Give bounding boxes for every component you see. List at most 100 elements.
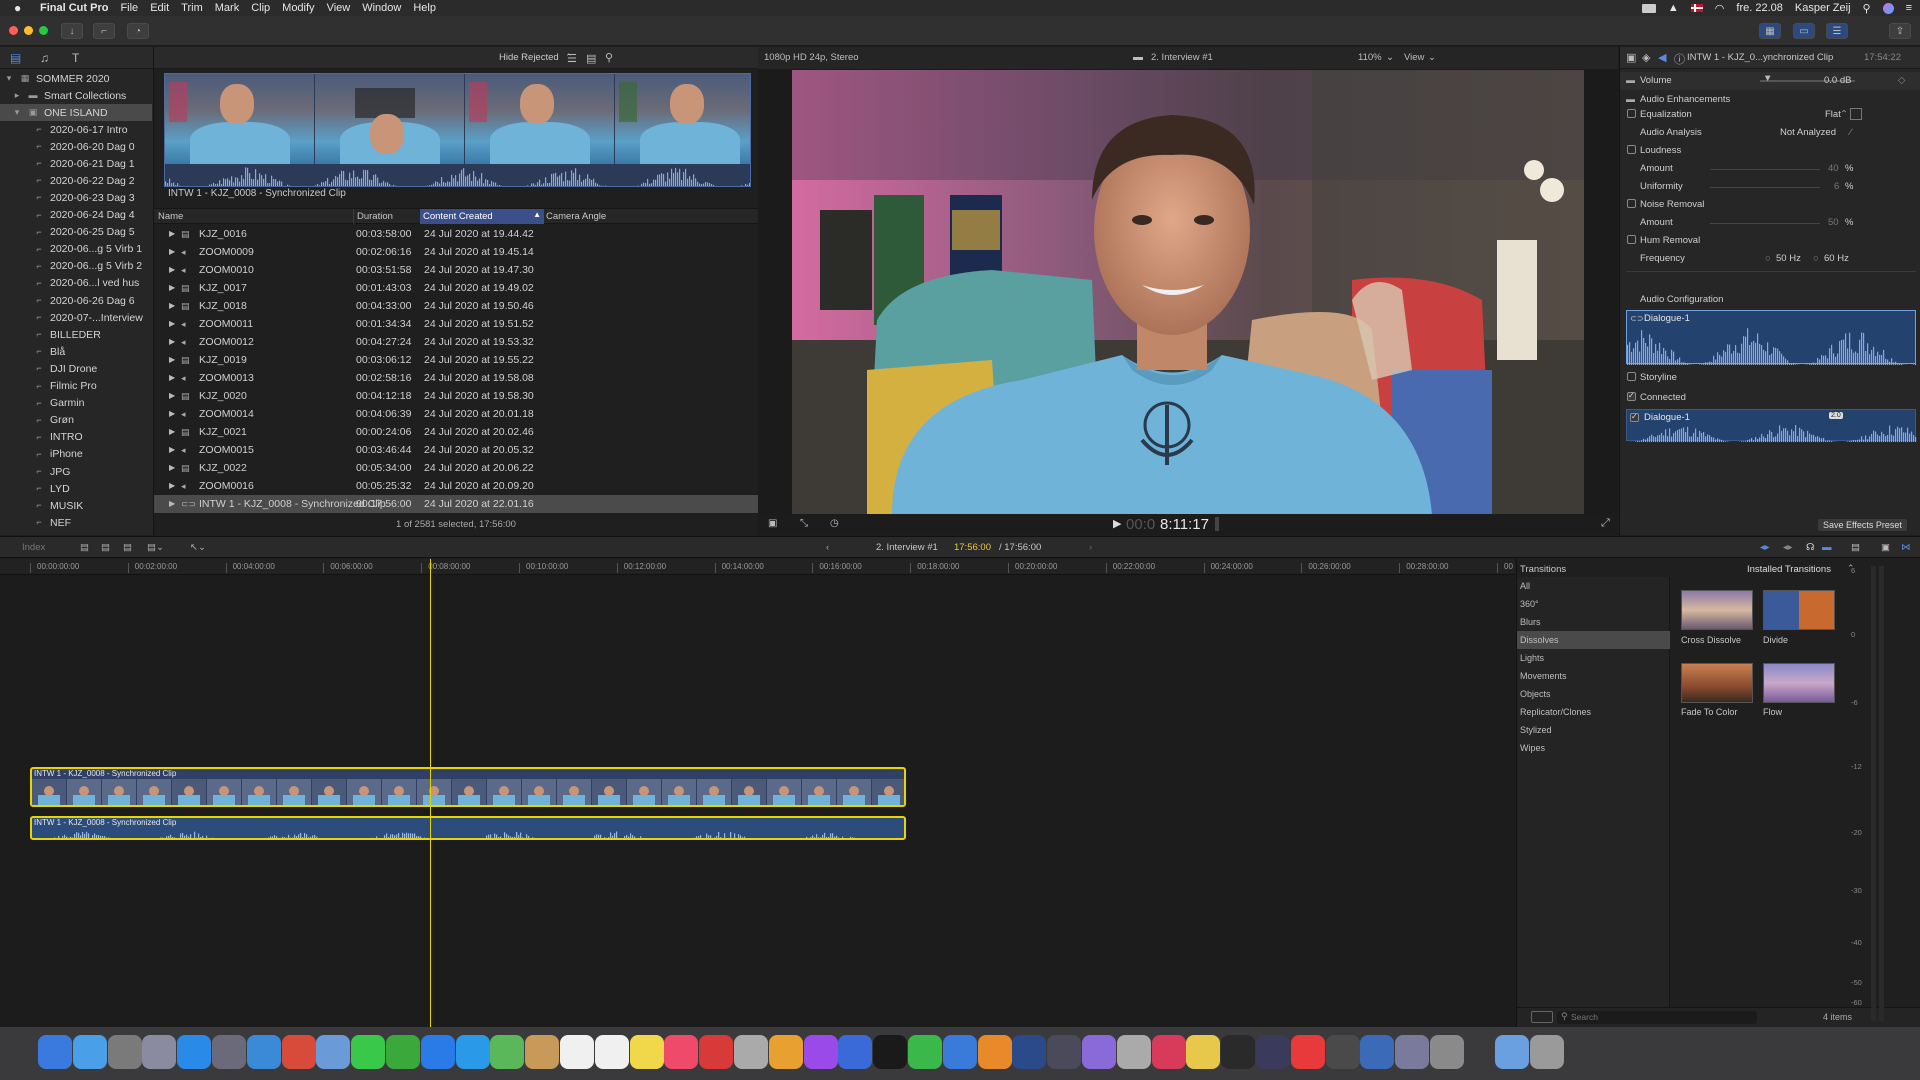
downloads-icon[interactable] bbox=[1360, 1035, 1395, 1069]
channel-badge[interactable]: 2.0 bbox=[1829, 412, 1843, 419]
disclosure-closed-icon[interactable]: ▶ bbox=[169, 499, 175, 508]
headphones-icon[interactable]: ☊ bbox=[1806, 542, 1814, 553]
overwrite-clip-icon[interactable]: ▤⌄ bbox=[147, 542, 164, 553]
vpn-icon[interactable] bbox=[838, 1035, 873, 1069]
transition-category[interactable]: Replicator/Clones bbox=[1517, 703, 1670, 721]
keyword-collection-item[interactable]: ⌐ 2020-06...g 5 Virb 2 bbox=[0, 258, 152, 275]
browser-row[interactable]: ▶ ◂ ZOOM0011 00:01:34:34 24 Jul 2020 at 19.5… bbox=[154, 315, 758, 333]
audio-clip-synchronized[interactable]: INTW 1 - KJZ_0008 - Synchronized Clip bbox=[30, 816, 906, 840]
photos-audio-icon[interactable]: ♫ bbox=[40, 51, 49, 65]
chevron-down-icon[interactable]: ⌄ bbox=[1428, 52, 1436, 63]
libraries-icon[interactable]: ▤ bbox=[10, 51, 21, 65]
select-tool-icon[interactable]: ↖⌄ bbox=[190, 542, 206, 553]
audio-inspector-icon[interactable]: ◀ bbox=[1658, 51, 1666, 64]
keyword-collection-item[interactable]: ⌐ 2020-06-22 Dag 2 bbox=[0, 172, 152, 189]
keyword-collection-item[interactable]: ⌐ LYD bbox=[0, 480, 152, 497]
folder-icon[interactable] bbox=[1494, 1035, 1529, 1069]
keyword-collection-item[interactable]: ⌐ 2020-06-26 Dag 6 bbox=[0, 292, 152, 309]
volume-slider-knob[interactable]: ▼ bbox=[1763, 73, 1772, 84]
radio-50hz-icon[interactable]: ○ bbox=[1765, 253, 1771, 264]
transform-tools-icon[interactable]: ⤡ bbox=[800, 518, 808, 529]
davinci-icon[interactable] bbox=[1221, 1035, 1256, 1069]
disclosure-closed-icon[interactable]: ▶ bbox=[169, 247, 175, 256]
transitions-browser-icon[interactable]: ⋈ bbox=[1901, 542, 1911, 553]
disclosure-closed-icon[interactable]: ▶ bbox=[169, 445, 175, 454]
view-menu[interactable]: View bbox=[1404, 52, 1424, 63]
thumb-flow[interactable] bbox=[1763, 663, 1835, 703]
browser-row[interactable]: ▶ ▤ KJZ_0020 00:04:12:18 24 Jul 2020 at 19.5… bbox=[154, 387, 758, 405]
reminders-icon[interactable] bbox=[594, 1035, 629, 1069]
equalization-menu[interactable]: Flat bbox=[1825, 109, 1841, 120]
vlc-icon[interactable] bbox=[768, 1035, 803, 1069]
disclosure-open-icon[interactable]: ▾ bbox=[4, 74, 14, 83]
browser-row[interactable]: ▶ ▤ KJZ_0022 00:05:34:00 24 Jul 2020 at 20.0… bbox=[154, 459, 758, 477]
disclosure-closed-icon[interactable]: ▶ bbox=[169, 355, 175, 364]
final-cut-icon[interactable] bbox=[1047, 1035, 1082, 1069]
clip-appearance-icon[interactable]: ▤ bbox=[1851, 542, 1860, 553]
menu-modify[interactable]: Modify bbox=[282, 2, 314, 14]
menu-help[interactable]: Help bbox=[413, 2, 436, 14]
menu-view[interactable]: View bbox=[327, 2, 351, 14]
column-content-created[interactable]: Content Created ▲ bbox=[420, 209, 544, 224]
event-one-island[interactable]: ▾ ▣ ONE ISLAND bbox=[0, 104, 152, 121]
frequency-60hz[interactable]: 60 Hz bbox=[1824, 253, 1849, 264]
snapping-icon[interactable]: ▬ bbox=[1822, 542, 1832, 553]
keyword-collection-item[interactable]: ⌐ 2020-06-20 Dag 0 bbox=[0, 138, 152, 155]
disclosure-closed-icon[interactable]: ▶ bbox=[169, 337, 175, 346]
toggle-icon[interactable]: ⊂⊃ bbox=[1630, 314, 1643, 323]
zoom-icon[interactable] bbox=[420, 1035, 455, 1069]
timecode-display[interactable]: 8:11:17 bbox=[1160, 516, 1209, 533]
automator-icon[interactable] bbox=[1430, 1035, 1464, 1069]
transition-category[interactable]: 360° bbox=[1517, 595, 1670, 613]
background-tasks-icon[interactable]: ◔ bbox=[127, 23, 149, 39]
disclosure-closed-icon[interactable]: ▶ bbox=[169, 409, 175, 418]
search-input[interactable]: ⚲ Search bbox=[1557, 1011, 1757, 1024]
trash-icon[interactable] bbox=[1529, 1035, 1564, 1069]
browser-row[interactable]: ▶ ⊂⊃ INTW 1 - KJZ_0008 - Synchronized Clip… bbox=[154, 495, 758, 513]
index-button[interactable]: Index bbox=[22, 542, 45, 553]
installed-transitions-menu[interactable]: Installed Transitions bbox=[1747, 564, 1831, 575]
equalization-checkbox[interactable] bbox=[1627, 109, 1636, 118]
browser-row[interactable]: ▶ ▤ KJZ_0016 00:03:58:00 24 Jul 2020 at 19.4… bbox=[154, 225, 758, 243]
keyword-collection-item[interactable]: ⌐ DJI Drone bbox=[0, 360, 152, 377]
notification-center-icon[interactable]: ≡ bbox=[1906, 2, 1912, 14]
playhead[interactable] bbox=[430, 559, 431, 1027]
menu-clip[interactable]: Clip bbox=[251, 2, 270, 14]
frequency-50hz[interactable]: 50 Hz bbox=[1776, 253, 1801, 264]
forward-arrow-icon[interactable]: › bbox=[1089, 542, 1092, 553]
photos-icon[interactable] bbox=[1186, 1035, 1221, 1069]
noise-removal-checkbox[interactable] bbox=[1627, 199, 1636, 208]
collapse-icon[interactable]: ▬ bbox=[1626, 75, 1635, 85]
safari-icon[interactable] bbox=[246, 1035, 281, 1069]
browser-row[interactable]: ▶ ◂ ZOOM0014 00:04:06:39 24 Jul 2020 at 20.0… bbox=[154, 405, 758, 423]
play-button[interactable]: ▶ bbox=[1113, 517, 1121, 530]
pdf-icon[interactable] bbox=[699, 1035, 734, 1069]
selected-clip-filmstrip[interactable] bbox=[164, 73, 751, 187]
keyword-collection-item[interactable]: ⌐ BILLEDER bbox=[0, 326, 152, 343]
menu-edit[interactable]: Edit bbox=[150, 2, 169, 14]
numbers-icon[interactable] bbox=[908, 1035, 942, 1069]
disclosure-closed-icon[interactable]: ▶ bbox=[169, 427, 175, 436]
transition-category[interactable]: Wipes bbox=[1517, 739, 1670, 757]
keyword-collection-item[interactable]: ⌐ 2020-06-21 Dag 1 bbox=[0, 155, 152, 172]
keyword-collection-item[interactable]: ⌐ INTRO bbox=[0, 429, 152, 446]
calendar-icon[interactable] bbox=[560, 1035, 594, 1069]
thumb-cross-dissolve[interactable] bbox=[1681, 590, 1753, 630]
chevron-down-icon[interactable]: ⌄ bbox=[1386, 52, 1394, 63]
disk-utility-icon[interactable] bbox=[734, 1035, 768, 1069]
disclosure-closed-icon[interactable]: ▶ bbox=[169, 229, 175, 238]
save-effects-preset-button[interactable]: Save Effects Preset bbox=[1818, 519, 1907, 531]
connect-clip-icon[interactable]: ▤ bbox=[123, 542, 132, 553]
column-camera-angle[interactable]: Camera Angle bbox=[546, 211, 606, 222]
browser-row[interactable]: ▶ ◂ ZOOM0009 00:02:06:16 24 Jul 2020 at 19.4… bbox=[154, 243, 758, 261]
disclosure-closed-icon[interactable]: ▶ bbox=[169, 373, 175, 382]
keyword-collection-item[interactable]: ⌐ Grøn bbox=[0, 412, 152, 429]
hum-removal-checkbox[interactable] bbox=[1627, 235, 1636, 244]
noise-amount-value[interactable]: 50 bbox=[1828, 217, 1839, 228]
eq-graph-icon[interactable] bbox=[1850, 108, 1862, 120]
affinity-icon[interactable] bbox=[1151, 1035, 1186, 1069]
browser-row[interactable]: ▶ ◂ ZOOM0012 00:04:27:24 24 Jul 2020 at 19.5… bbox=[154, 333, 758, 351]
disclosure-closed-icon[interactable]: ▶ bbox=[169, 391, 175, 400]
uniformity-slider[interactable] bbox=[1710, 187, 1820, 188]
user-name[interactable]: Kasper Zeij bbox=[1795, 2, 1851, 14]
